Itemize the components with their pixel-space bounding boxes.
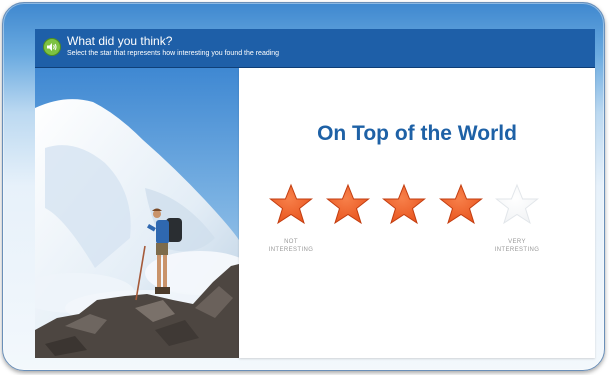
star-icon [381,183,427,225]
star-icon [438,183,484,225]
not-interesting-label: NOT INTERESTING [268,239,314,253]
star-5-button[interactable] [494,183,540,227]
hiker-photo [35,68,239,358]
header-subtitle: Select the star that represents how inte… [67,50,280,57]
star-2-button[interactable] [325,183,371,227]
star-icon [494,183,540,225]
star-4-button[interactable] [438,183,484,227]
star-icon [268,183,314,225]
rating-panel: On Top of the World NOT INTERESTING VERY… [239,68,595,358]
star-3-button[interactable] [381,183,427,227]
header-title: What did you think? [67,34,173,48]
star-icon [325,183,371,225]
very-interesting-label: VERY INTERESTING [494,239,540,253]
audio-button[interactable] [43,38,61,56]
speaker-icon [47,43,57,51]
activity-frame: What did you think? Select the star that… [2,2,605,371]
reading-title: On Top of the World [317,122,517,145]
header-bar: What did you think? Select the star that… [35,29,595,68]
star-1-button[interactable] [268,183,314,227]
